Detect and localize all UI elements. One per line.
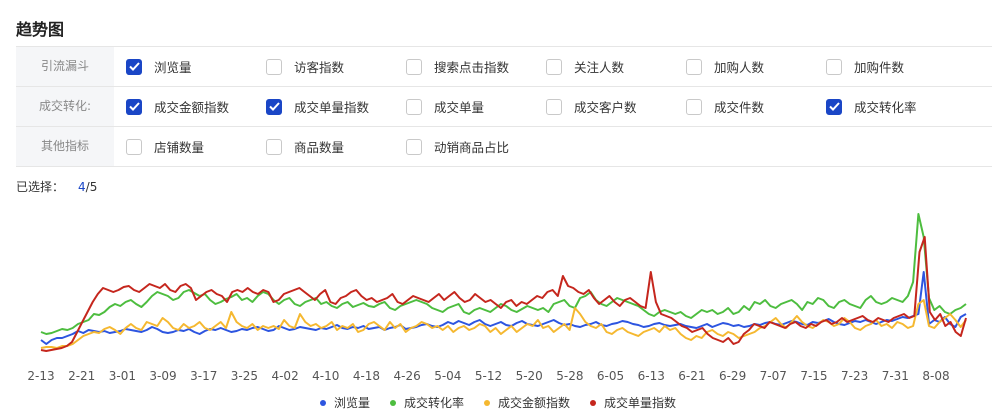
x-tick-label: 3-25: [231, 369, 258, 383]
option-selling-product-ratio[interactable]: 动销商品占比: [406, 137, 509, 156]
filter-row-label: 其他指标: [16, 127, 114, 166]
option-label: 商品数量: [294, 140, 345, 155]
legend-label: 成交转化率: [403, 396, 464, 410]
option-label: 浏览量: [154, 60, 192, 75]
selection-total: /5: [85, 180, 98, 194]
x-tick-label: 3-17: [190, 369, 217, 383]
option-buyers[interactable]: 成交客户数: [546, 97, 637, 116]
x-tick-label: 7-15: [800, 369, 827, 383]
x-tick-label: 4-10: [312, 369, 339, 383]
filter-row-conversion: 成交转化: 成交金额指数 成交单量指数 成交单量 成交客户数 成交件数 成交转化…: [16, 87, 992, 127]
filter-options: 成交金额指数 成交单量指数 成交单量 成交客户数 成交件数 成交转化率: [114, 87, 992, 126]
x-tick-label: 6-13: [638, 369, 665, 383]
checkbox-icon[interactable]: [266, 98, 282, 115]
checkbox-icon[interactable]: [266, 58, 282, 75]
x-tick-label: 7-31: [882, 369, 909, 383]
option-label: 成交件数: [714, 100, 765, 115]
x-tick-label: 6-21: [678, 369, 705, 383]
legend-item-1[interactable]: 成交转化率: [389, 394, 464, 411]
option-store-count[interactable]: 店铺数量: [126, 137, 204, 156]
x-tick-label: 3-09: [149, 369, 176, 383]
x-tick-label: 5-20: [516, 369, 543, 383]
x-tick-label: 4-18: [353, 369, 380, 383]
legend-item-3[interactable]: 成交单量指数: [590, 394, 676, 411]
filter-row-funnel: 引流漏斗 浏览量 访客指数 搜索点击指数 关注人数 加购人数 加购件数: [16, 47, 992, 87]
checkbox-icon[interactable]: [686, 58, 702, 75]
selection-current: 4: [78, 180, 86, 194]
option-label: 成交单量指数: [294, 100, 370, 115]
x-tick-label: 8-08: [922, 369, 949, 383]
checkbox-icon[interactable]: [406, 138, 422, 155]
metric-filter-table: 引流漏斗 浏览量 访客指数 搜索点击指数 关注人数 加购人数 加购件数 成交转化…: [16, 46, 992, 167]
option-label: 加购件数: [854, 60, 905, 75]
chart-legend: 浏览量 成交转化率 成交金额指数 成交单量指数: [0, 394, 996, 411]
checkbox-icon[interactable]: [126, 58, 142, 75]
option-followers[interactable]: 关注人数: [546, 57, 624, 76]
legend-item-0[interactable]: 浏览量: [319, 394, 370, 411]
option-label: 访客指数: [294, 60, 345, 75]
option-add-to-cart-users[interactable]: 加购人数: [686, 57, 764, 76]
checkbox-icon[interactable]: [686, 98, 702, 115]
series-line-3[interactable]: [40, 236, 967, 352]
filter-options: 店铺数量 商品数量 动销商品占比: [114, 127, 992, 166]
x-tick-label: 2-21: [68, 369, 95, 383]
legend-label: 成交单量指数: [604, 396, 677, 410]
x-tick-label: 7-07: [760, 369, 787, 383]
legend-item-2[interactable]: 成交金额指数: [484, 394, 570, 411]
option-label: 店铺数量: [154, 140, 205, 155]
option-gmv-index[interactable]: 成交金额指数: [126, 97, 229, 116]
checkbox-icon[interactable]: [826, 98, 842, 115]
option-label: 动销商品占比: [434, 140, 510, 155]
x-tick-label: 7-23: [841, 369, 868, 383]
option-label: 成交客户数: [574, 100, 637, 115]
legend-label: 成交金额指数: [498, 396, 571, 410]
checkbox-icon[interactable]: [546, 58, 562, 75]
checkbox-icon[interactable]: [826, 58, 842, 75]
x-tick-label: 2-13: [27, 369, 54, 383]
legend-label: 浏览量: [333, 396, 370, 410]
x-tick-label: 5-28: [556, 369, 583, 383]
option-conversion-rate[interactable]: 成交转化率: [826, 97, 917, 116]
checkbox-icon[interactable]: [266, 138, 282, 155]
selection-label: 已选择：: [16, 180, 65, 194]
trend-line-chart: 2-13 2-21 3-01 3-09 3-17 3-25 4-02 4-10 4-18 4-26…: [27, 213, 967, 383]
x-tick-label: 4-02: [271, 369, 298, 383]
selection-count: 已选择： 4/5: [16, 178, 97, 195]
legend-dot-icon: [590, 399, 597, 406]
x-tick-label: 3-01: [109, 369, 136, 383]
filter-options: 浏览量 访客指数 搜索点击指数 关注人数 加购人数 加购件数: [114, 47, 992, 86]
checkbox-icon[interactable]: [546, 98, 562, 115]
checkbox-icon[interactable]: [406, 98, 422, 115]
x-tick-label: 5-04: [434, 369, 461, 383]
option-search-click-index[interactable]: 搜索点击指数: [406, 57, 509, 76]
filter-row-other: 其他指标 店铺数量 商品数量 动销商品占比: [16, 127, 992, 167]
option-label: 关注人数: [574, 60, 625, 75]
x-tick-label: 6-05: [597, 369, 624, 383]
filter-row-label: 引流漏斗: [16, 47, 114, 86]
option-visitor-index[interactable]: 访客指数: [266, 57, 344, 76]
series-line-1[interactable]: [40, 213, 967, 335]
option-product-count[interactable]: 商品数量: [266, 137, 344, 156]
option-label: 搜索点击指数: [434, 60, 510, 75]
option-order-count-index[interactable]: 成交单量指数: [266, 97, 369, 116]
page-title: 趋势图: [16, 20, 65, 39]
x-tick-label: 4-26: [394, 369, 421, 383]
option-page-views[interactable]: 浏览量: [126, 57, 192, 76]
option-label: 成交转化率: [854, 100, 917, 115]
checkbox-icon[interactable]: [126, 98, 142, 115]
filter-row-label: 成交转化:: [16, 87, 114, 126]
legend-dot-icon: [484, 399, 490, 406]
option-label: 加购人数: [714, 60, 765, 75]
legend-dot-icon: [389, 399, 396, 406]
option-label: 成交金额指数: [154, 100, 230, 115]
checkbox-icon[interactable]: [406, 58, 422, 75]
checkbox-icon[interactable]: [126, 138, 142, 155]
option-label: 成交单量: [434, 100, 485, 115]
option-order-count[interactable]: 成交单量: [406, 97, 484, 116]
option-items-sold[interactable]: 成交件数: [686, 97, 764, 116]
option-add-to-cart-items[interactable]: 加购件数: [826, 57, 904, 76]
x-tick-label: 6-29: [719, 369, 746, 383]
legend-dot-icon: [319, 399, 326, 406]
x-tick-label: 5-12: [475, 369, 502, 383]
